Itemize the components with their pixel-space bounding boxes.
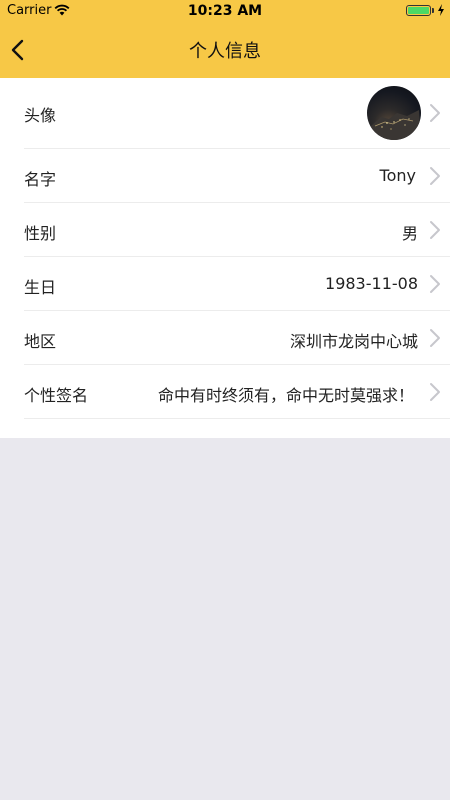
status-time: 10:23 AM xyxy=(187,3,263,19)
row-label: 头像 xyxy=(24,106,57,125)
battery-icon xyxy=(406,5,431,16)
row-label: 生日 xyxy=(24,278,57,297)
row-value: 男 xyxy=(401,224,418,243)
page-title: 个人信息 xyxy=(189,41,261,62)
navigation-bar: 个人信息 xyxy=(0,22,450,78)
profile-list: 头像 名字 Tony 性别 男 生日 1983-11-08 地区 深圳市龙岗中心… xyxy=(0,78,450,438)
charging-bolt-icon xyxy=(438,4,444,16)
chevron-right-icon xyxy=(430,104,440,122)
city-night-photo xyxy=(367,110,421,140)
avatar xyxy=(367,86,421,140)
battery-tip xyxy=(432,8,434,13)
battery-fill xyxy=(408,7,429,14)
row-avatar[interactable]: 头像 xyxy=(0,78,450,149)
row-label: 个性签名 xyxy=(24,386,89,405)
chevron-right-icon xyxy=(430,167,440,185)
status-bar: Carrier 10:23 AM xyxy=(0,0,450,22)
chevron-right-icon xyxy=(430,383,440,401)
row-label: 地区 xyxy=(24,332,57,351)
chevron-right-icon xyxy=(430,275,440,293)
header-bar: Carrier 10:23 AM 个人信息 xyxy=(0,0,450,78)
row-divider xyxy=(24,418,450,419)
row-value: 1983-11-08 xyxy=(325,274,418,293)
row-name[interactable]: 名字 Tony xyxy=(0,149,450,203)
row-label: 名字 xyxy=(24,170,57,189)
row-signature[interactable]: 个性签名 命中有时终须有，命中无时莫强求！ xyxy=(0,365,450,419)
row-value: Tony xyxy=(379,166,416,185)
row-value: 深圳市龙岗中心城 xyxy=(289,332,418,351)
chevron-right-icon xyxy=(430,221,440,239)
row-label: 性别 xyxy=(24,224,57,243)
row-gender[interactable]: 性别 男 xyxy=(0,203,450,257)
row-region[interactable]: 地区 深圳市龙岗中心城 xyxy=(0,311,450,365)
row-birthday[interactable]: 生日 1983-11-08 xyxy=(0,257,450,311)
row-value: 命中有时终须有，命中无时莫强求！ xyxy=(157,386,414,405)
chevron-right-icon xyxy=(430,329,440,347)
